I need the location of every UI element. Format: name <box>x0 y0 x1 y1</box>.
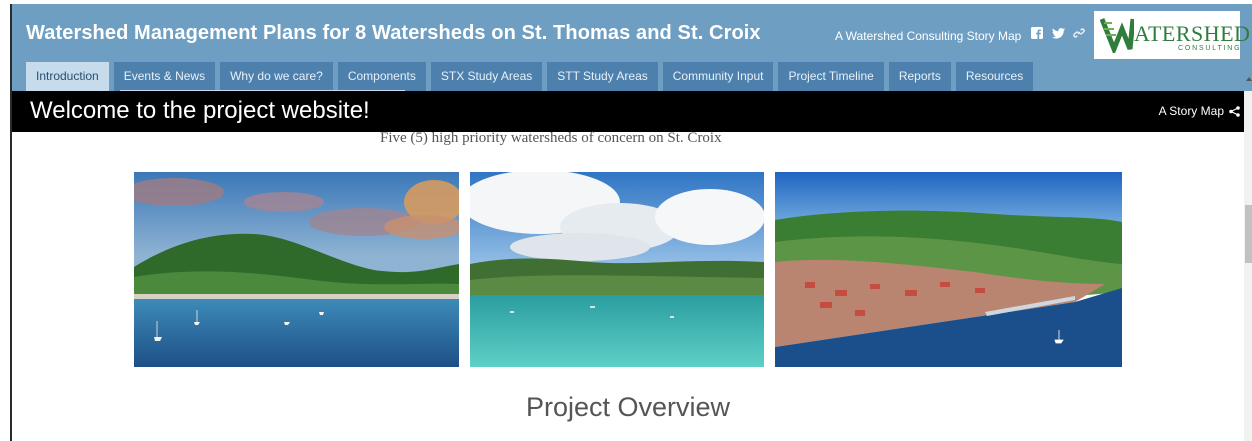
scrollbar-thumb[interactable] <box>1245 205 1252 263</box>
tab-community-input[interactable]: Community Input <box>662 62 774 91</box>
scroll-up-arrow-icon[interactable] <box>1246 77 1252 81</box>
tab-stt-study-areas[interactable]: STT Study Areas <box>547 62 658 91</box>
turquoise-bay-photo <box>470 172 764 367</box>
tab-bar: Introduction Events & News Why do we care?… <box>26 62 1034 91</box>
share-icon[interactable] <box>1229 105 1240 117</box>
tab-events-news[interactable]: Events & News <box>113 62 216 91</box>
tab-stx-study-areas[interactable]: STX Study Areas <box>430 62 543 91</box>
harbor-sunset-photo <box>134 172 459 367</box>
facebook-icon[interactable] <box>1030 26 1044 40</box>
twitter-icon[interactable] <box>1051 26 1065 40</box>
aerial-town-photo <box>775 172 1122 367</box>
story-map-frame: Watershed Management Plans for 8 Watersh… <box>10 4 1252 441</box>
tab-resources[interactable]: Resources <box>955 62 1034 91</box>
logo-subtitle: CONSULTING <box>1178 45 1242 52</box>
site-header: Watershed Management Plans for 8 Watersh… <box>12 4 1252 92</box>
tab-introduction[interactable]: Introduction <box>26 62 109 91</box>
tab-components[interactable]: Components <box>337 62 426 91</box>
logo-wordmark: ATERSHED <box>1134 21 1251 46</box>
story-map-label: A Story Map <box>1158 104 1224 118</box>
watershed-logo-mark <box>1100 18 1134 53</box>
link-icon[interactable] <box>1072 26 1086 40</box>
section-heading: Project Overview <box>525 392 731 422</box>
vertical-scrollbar[interactable] <box>1244 77 1252 441</box>
tab-why-do-we-care[interactable]: Why do we care? <box>220 62 333 91</box>
tab-project-timeline[interactable]: Project Timeline <box>778 62 884 91</box>
welcome-banner: Welcome to the project website! A Story … <box>12 91 1252 132</box>
story-map-tagline[interactable]: A Watershed Consulting Story Map <box>835 29 1021 43</box>
tab-reports[interactable]: Reports <box>888 62 951 91</box>
site-title: Watershed Management Plans for 8 Watersh… <box>26 22 761 44</box>
social-links <box>1030 26 1086 40</box>
banner-title: Welcome to the project website! <box>30 97 370 124</box>
watershed-consulting-logo[interactable]: ATERSHED CONSULTING <box>1094 11 1250 59</box>
image-caption: Five (5) high priority watersheds of con… <box>380 130 722 146</box>
story-map-share-link[interactable]: A Story Map <box>1159 104 1240 118</box>
